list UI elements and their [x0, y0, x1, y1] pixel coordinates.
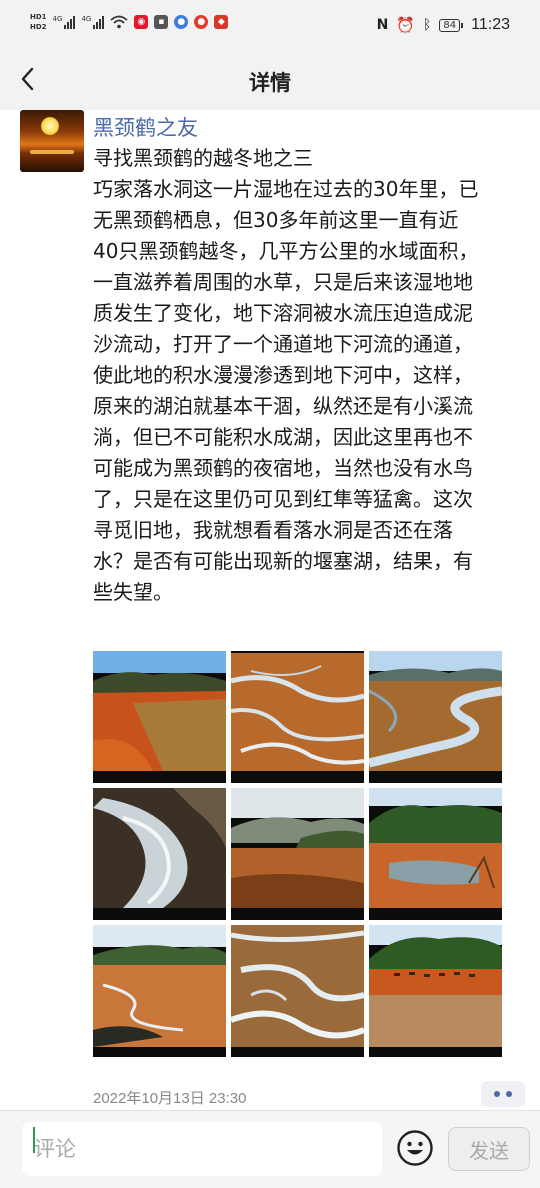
author-name-link[interactable]: 黑颈鹤之友 — [93, 112, 198, 142]
photo-valley-dusk[interactable] — [231, 788, 364, 920]
post-line: 可能成为黑颈鹤的夜宿地，当然也没有水鸟 — [93, 456, 473, 480]
post-title-line: 寻找黑颈鹤的越冬地之三 — [93, 146, 313, 170]
post-line: 沙流动，打开了一个通道地下河流的通道， — [93, 332, 473, 356]
network-type-label: 4G — [52, 15, 63, 23]
photo-frosted-channels[interactable] — [231, 925, 364, 1057]
more-options-button[interactable] — [481, 1081, 525, 1107]
photo-forest-hill-marsh[interactable] — [369, 788, 502, 920]
photo-grid — [93, 651, 503, 1057]
dot-icon — [494, 1091, 500, 1097]
post-text: 寻找黑颈鹤的越冬地之三 巧家落水洞这一片湿地在过去的30年里，已 无黑颈鹤栖息，… — [93, 143, 529, 608]
post-line: 40只黑颈鹤越冬，几平方公里的水域面积， — [93, 239, 479, 263]
news-app-icon: ◆ — [214, 15, 229, 29]
tomato-app-icon: ● — [194, 15, 209, 29]
network-type-label-2: 4G — [81, 15, 92, 23]
photo-meandering-stream[interactable] — [93, 925, 226, 1057]
send-button[interactable]: 发送 — [448, 1127, 530, 1171]
bluetooth-icon: ᛒ — [423, 17, 432, 33]
battery-level: 84 — [439, 18, 461, 32]
post-line: 了，只是在这里仍可见到红隼等猛禽。这次 — [93, 487, 473, 511]
sim-indicator: HD1 HD2 — [30, 13, 47, 31]
sim1-label: HD1 — [30, 13, 47, 21]
sim2-label: HD2 — [30, 23, 47, 31]
clock: 11:23 — [471, 16, 510, 33]
avatar[interactable] — [20, 110, 84, 172]
smiley-icon[interactable] — [396, 1129, 434, 1167]
photo-red-field-hills[interactable] — [93, 651, 226, 783]
post-line: 质发生了变化，地下溶洞被水流压迫造成泥 — [93, 301, 473, 325]
post-line: 一直滋养着周围的水草，只是后来该湿地地 — [93, 270, 473, 294]
post-line: 巧家落水洞这一片湿地在过去的30年里，已 — [93, 177, 479, 201]
photo-sunlit-water[interactable] — [93, 788, 226, 920]
alarm-icon: ⏰ — [396, 16, 415, 34]
post-line: 无黑颈鹤栖息，但30多年前这里一直有近 — [93, 208, 459, 232]
post-line: 水？是否有可能出现新的堰塞湖，结果，有 — [93, 549, 473, 573]
post-line: 淌，但已不可能积水成湖，因此这里再也不 — [93, 425, 473, 449]
photo-wetland-river-bend[interactable] — [369, 651, 502, 783]
status-icons-left: HD1 HD2 4G 4G ◉ ▪ ● ● ◆ — [30, 13, 229, 31]
status-icons-right: N ⏰ ᛒ 84 11:23 — [377, 16, 510, 34]
nav-bar: 详情 — [0, 54, 540, 110]
comment-input[interactable] — [22, 1122, 382, 1176]
battery-icon: 84 — [439, 18, 464, 32]
post-line: 些失望。 — [93, 580, 173, 604]
photo-braided-streams[interactable] — [231, 651, 364, 783]
signal-icon-2: 4G — [81, 15, 105, 29]
post-timestamp: 2022年10月13日 23:30 — [93, 1090, 247, 1107]
page-title: 详情 — [249, 71, 291, 95]
browser-app-icon: ● — [174, 15, 189, 29]
post-line: 寻觅旧地，我就想看看落水洞是否还在落 — [93, 518, 453, 542]
photo-cattle-on-field[interactable] — [369, 925, 502, 1057]
chat-app-icon: ▪ — [154, 15, 169, 29]
post-line: 使此地的积水漫漫渗透到地下河中，这样， — [93, 363, 473, 387]
post-line: 原来的湖泊就基本干涸，纵然还是有小溪流 — [93, 394, 473, 418]
dot-icon — [506, 1091, 512, 1097]
nfc-icon: N — [376, 17, 389, 33]
weibo-app-icon: ◉ — [134, 15, 149, 29]
wifi-icon — [110, 15, 128, 29]
signal-icon: 4G — [53, 15, 76, 29]
text-cursor — [33, 1127, 35, 1153]
status-bar: HD1 HD2 4G 4G ◉ ▪ ● ● ◆ N ⏰ ᛒ 84 11:23 — [0, 0, 540, 54]
